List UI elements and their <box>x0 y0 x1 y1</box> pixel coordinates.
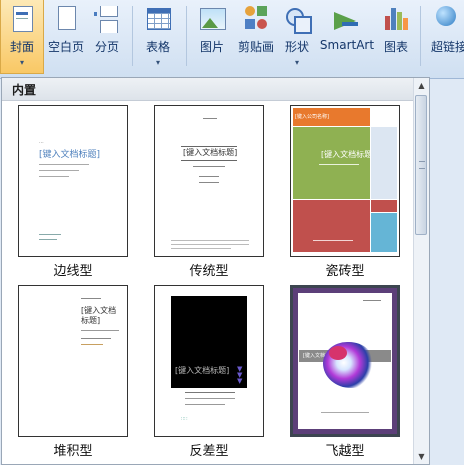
chevron-down-icon: ▾ <box>19 58 24 67</box>
shapes-icon <box>284 6 312 34</box>
section-header: 内置 <box>2 78 416 101</box>
vertical-scrollbar[interactable]: ▲ ▼ <box>413 78 429 464</box>
thumbnail-title: [键入文档标题] <box>39 150 101 160</box>
thumbnail-title: [键入文档 标题] <box>81 306 117 325</box>
thumbnail-title: [键入文档标题] <box>175 366 230 375</box>
cover-page-icon <box>9 6 35 34</box>
shapes-button[interactable]: 形状 ▾ <box>280 0 314 74</box>
cover-page-button[interactable]: 封面 ▾ <box>0 0 44 74</box>
clip-art-label: 剪贴画 <box>237 40 274 54</box>
cover-thumbnail-edge[interactable]: ··· [键入文档标题] <box>18 105 128 257</box>
hyperlink-icon <box>432 6 458 34</box>
cover-thumbnail-tile[interactable]: [键入公司名称] [键入文档标题] <box>290 105 400 257</box>
thumbnail-caption: 堆积型 <box>53 444 93 459</box>
table-icon <box>145 6 171 34</box>
chart-icon <box>383 6 409 34</box>
ribbon: 封面 ▾ 空白页 分页 表格 ▾ 图片 剪贴画 形状 ▾ SmartArt 图表… <box>0 0 464 79</box>
hyperlink-label: 超链接 <box>431 40 464 54</box>
picture-button[interactable]: 图片 <box>194 0 230 74</box>
cover-thumbnail-stacked[interactable]: [键入文档 标题] <box>18 285 128 437</box>
thumbnail-caption: 反差型 <box>189 444 229 459</box>
picture-label: 图片 <box>199 40 224 54</box>
clip-art-button[interactable]: 剪贴画 <box>236 0 276 74</box>
page-break-icon <box>94 6 120 34</box>
clip-art-icon <box>243 6 269 34</box>
blank-page-button[interactable]: 空白页 <box>46 0 86 74</box>
blank-page-icon <box>53 6 79 34</box>
thumbnail-caption: 瓷砖型 <box>325 264 365 279</box>
section-title: 内置 <box>12 83 37 97</box>
cover-thumbnail-flyover[interactable]: [键入文档标题] <box>290 285 400 437</box>
scroll-up-icon[interactable]: ▲ <box>414 78 429 93</box>
chevron-down-icon: ▾ <box>294 58 299 67</box>
hyperlink-button[interactable]: 超链接 <box>426 0 464 74</box>
grip-icon <box>419 161 425 169</box>
divider <box>132 6 133 66</box>
smartart-icon <box>334 6 360 34</box>
page-break-label: 分页 <box>94 40 119 54</box>
chart-button[interactable]: 图表 <box>378 0 414 74</box>
thumbnail-title: [键入文档标题] <box>321 150 376 159</box>
table-button[interactable]: 表格 ▾ <box>140 0 176 74</box>
chart-label: 图表 <box>383 40 408 54</box>
cover-page-label: 封面 <box>9 40 34 54</box>
shapes-label: 形状 <box>284 40 309 54</box>
scrollbar-thumb[interactable] <box>415 95 427 235</box>
scroll-down-icon[interactable]: ▼ <box>414 449 429 464</box>
divider <box>420 6 421 66</box>
picture-icon <box>199 6 226 34</box>
blank-page-label: 空白页 <box>47 40 84 54</box>
thumbnail-caption: 边线型 <box>53 264 93 279</box>
thumbnail-title: [键入文档标题] <box>183 148 238 157</box>
cover-thumbnail-contrast[interactable]: [键入文档标题] ▼ ▼ ▼ ∷∷ <box>154 285 264 437</box>
smartart-button[interactable]: SmartArt <box>318 0 376 74</box>
thumbnail-caption: 飞越型 <box>325 444 365 459</box>
table-label: 表格 <box>145 40 170 54</box>
cover-thumbnail-traditional[interactable]: [键入文档标题] <box>154 105 264 257</box>
thumbnail-caption: 传统型 <box>189 264 229 279</box>
chevron-down-icon: ▾ <box>155 58 160 67</box>
smartart-label: SmartArt <box>319 38 375 52</box>
divider <box>186 6 187 66</box>
cover-page-gallery: 内置 ··· [键入文档标题] 边线型 [键入文档标题] 传统型 [键入公司名称… <box>1 77 430 465</box>
page-break-button[interactable]: 分页 <box>90 0 124 74</box>
